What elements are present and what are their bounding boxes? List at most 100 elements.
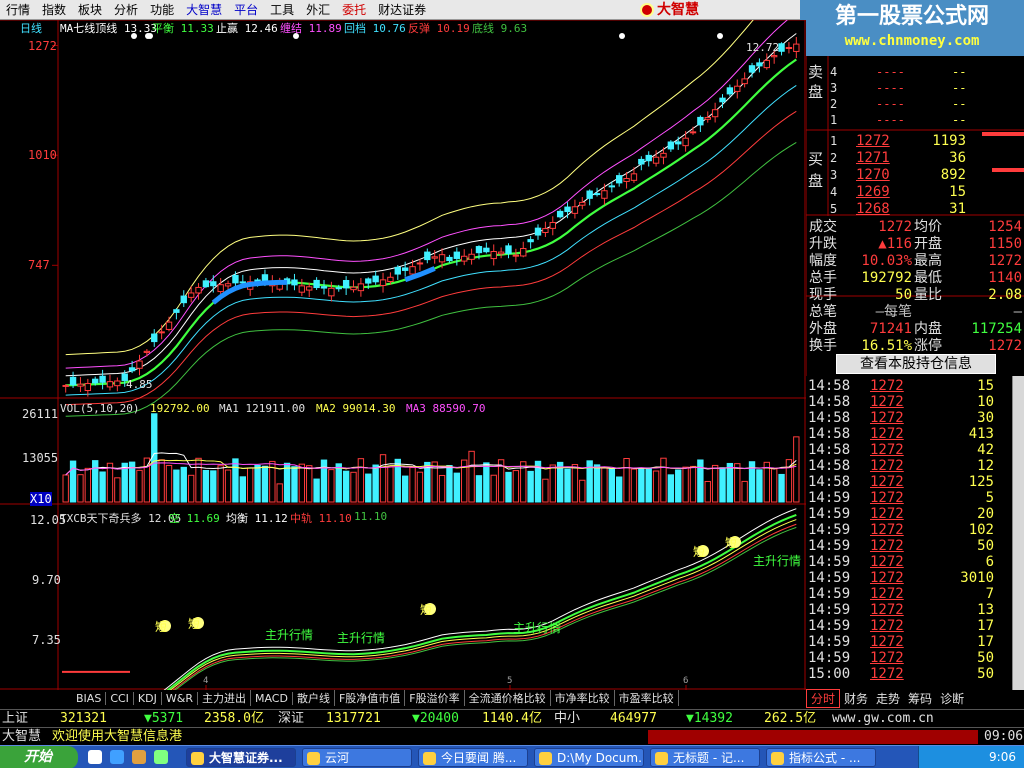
volume-bar xyxy=(306,465,313,503)
tick-row[interactable]: 14:58 1272 125 xyxy=(806,474,1012,490)
quicklaunch-ie-icon[interactable] xyxy=(110,750,124,764)
taskbar-window-button[interactable]: 无标题 - 记... xyxy=(650,748,760,767)
buy-level-row[interactable]: 3 1270 892 xyxy=(806,166,1024,184)
holding-info-button[interactable]: 查看本股持仓信息 xyxy=(836,354,996,374)
tick-row[interactable]: 15:00 1272 50 xyxy=(806,666,1012,682)
indicator-annotation: 主升行情 xyxy=(265,628,314,642)
menu-item[interactable]: 分析 xyxy=(108,0,144,20)
sell-level-row[interactable]: 3 ---- -- xyxy=(806,80,1024,96)
volume-bar xyxy=(365,473,372,503)
volume-bar xyxy=(350,471,357,503)
tick-row[interactable]: 14:59 1272 20 xyxy=(806,506,1012,522)
window-app-icon xyxy=(307,752,320,765)
volume-y-tick: 13055 xyxy=(22,450,59,465)
buy-level-row[interactable]: 4 1269 15 xyxy=(806,183,1024,201)
tick-row[interactable]: 14:59 1272 3010 xyxy=(806,570,1012,586)
sell-level-row[interactable]: 4 ---- -- xyxy=(806,64,1024,80)
candle-body xyxy=(785,47,793,50)
level-number: 4 xyxy=(830,185,838,199)
candle-body xyxy=(173,309,180,313)
volume-bar xyxy=(291,466,298,503)
quicklaunch-app-icon[interactable] xyxy=(154,750,168,764)
tick-row[interactable]: 14:59 1272 6 xyxy=(806,554,1012,570)
tick-row[interactable]: 14:59 1272 102 xyxy=(806,522,1012,538)
tick-row[interactable]: 14:59 1272 5 xyxy=(806,490,1012,506)
chart-area[interactable]: 日线 MA七线顶线 13.33 平衡 11.33 止赢 12.46 缠结 11.89 回档… xyxy=(0,20,806,690)
chart-svg[interactable] xyxy=(0,20,806,690)
menu-item[interactable]: 工具 xyxy=(264,0,300,20)
buy-level-row[interactable]: 5 1268 31 xyxy=(806,200,1024,218)
tick-volume: 13 xyxy=(977,602,994,618)
right-tab[interactable]: 分时 xyxy=(806,688,841,708)
candle-body xyxy=(165,321,173,330)
indicator-tab[interactable]: 主力进出 xyxy=(198,690,251,706)
menu-item[interactable]: 板块 xyxy=(72,0,108,20)
tick-row[interactable]: 14:59 1272 13 xyxy=(806,602,1012,618)
right-tab[interactable]: 走势 xyxy=(872,690,904,707)
tick-row[interactable]: 14:58 1272 12 xyxy=(806,458,1012,474)
tray-clock[interactable]: 9:06 xyxy=(989,750,1016,764)
tick-row[interactable]: 14:59 1272 50 xyxy=(806,538,1012,554)
quote-value: — xyxy=(1013,304,1022,320)
indicator-tab[interactable]: BIAS xyxy=(72,691,107,705)
level-volume: -- xyxy=(952,113,967,127)
right-tab[interactable]: 财务 xyxy=(840,690,872,707)
quote-key: 涨停 xyxy=(914,338,942,354)
menu-item[interactable]: 财达证券 xyxy=(372,0,432,20)
menu-item[interactable]: 委托 xyxy=(336,0,372,20)
menu-item[interactable]: 大智慧 xyxy=(180,0,228,20)
indicator-tab[interactable]: F股净值市值 xyxy=(335,690,406,706)
tick-row[interactable]: 14:58 1272 413 xyxy=(806,426,1012,442)
tick-row[interactable]: 14:59 1272 7 xyxy=(806,586,1012,602)
volume-bar xyxy=(187,474,195,503)
taskbar-window-button[interactable]: 大智慧证券... xyxy=(186,748,296,767)
tick-row[interactable]: 14:58 1272 42 xyxy=(806,442,1012,458)
candle-body xyxy=(438,254,446,263)
buy-level-row[interactable]: 2 1271 36 xyxy=(806,149,1024,167)
tick-row[interactable]: 14:59 1272 17 xyxy=(806,634,1012,650)
site-url[interactable]: www.gw.com.cn xyxy=(832,710,934,728)
quote-key: 开盘 xyxy=(914,236,942,252)
right-tab[interactable]: 筹码 xyxy=(904,690,936,707)
menu-item[interactable]: 功能 xyxy=(144,0,180,20)
tick-row[interactable]: 14:58 1272 15 xyxy=(806,378,1012,394)
menu-item[interactable]: 外汇 xyxy=(300,0,336,20)
indicator-tab[interactable]: 散户线 xyxy=(293,690,335,706)
indicator-tab[interactable]: 全流通价格比较 xyxy=(465,690,551,706)
menu-item[interactable]: 指数 xyxy=(36,0,72,20)
menu-item[interactable]: 平台 xyxy=(228,0,264,20)
sell-level-row[interactable]: 1 ---- -- xyxy=(806,112,1024,128)
indicator-tab[interactable]: W&R xyxy=(162,691,198,705)
taskbar-window-button[interactable]: 云河 xyxy=(302,748,412,767)
right-tab[interactable]: 诊断 xyxy=(936,690,968,707)
taskbar-window-button[interactable]: 指标公式 - ... xyxy=(766,748,876,767)
buy-level-row[interactable]: 1 1272 1193 xyxy=(806,132,1024,150)
indicator-tab[interactable]: 市盈率比较 xyxy=(615,690,679,706)
tick-row[interactable]: 14:58 1272 30 xyxy=(806,410,1012,426)
tick-price: 1272 xyxy=(870,650,904,666)
taskbar-window-button[interactable]: D:\My Docum... xyxy=(534,748,644,767)
start-button[interactable]: 开始 xyxy=(0,746,78,768)
message-bar: 大智慧 欢迎使用大智慧信息港 09:06 xyxy=(0,727,1024,745)
indicator-tab[interactable]: 市净率比较 xyxy=(551,690,615,706)
quicklaunch-desktop-icon[interactable] xyxy=(88,750,102,764)
taskbar-window-button[interactable]: 今日要闻 腾... xyxy=(418,748,528,767)
tick-row[interactable]: 14:59 1272 17 xyxy=(806,618,1012,634)
indicator-tab[interactable]: CCI xyxy=(106,691,134,705)
level-volume: 892 xyxy=(940,167,966,183)
indicator-tab[interactable]: MACD xyxy=(251,691,293,705)
menu-item[interactable]: 行情 xyxy=(0,0,36,20)
quote-value: 1272 xyxy=(988,253,1022,269)
tick-row[interactable]: 14:59 1272 50 xyxy=(806,650,1012,666)
tick-time: 14:59 xyxy=(808,650,851,666)
quicklaunch-folder-icon[interactable] xyxy=(132,750,146,764)
volume-bar xyxy=(704,480,711,503)
candle-body xyxy=(128,367,136,372)
tick-scrollbar[interactable] xyxy=(1012,376,1024,690)
tick-row[interactable]: 14:58 1272 10 xyxy=(806,394,1012,410)
candle-body xyxy=(667,141,675,150)
ma-header-item: MA七线顶线 13.33 xyxy=(60,22,157,35)
indicator-tab[interactable]: KDJ xyxy=(134,691,162,705)
indicator-tab[interactable]: F股溢价率 xyxy=(405,690,465,706)
sell-level-row[interactable]: 2 ---- -- xyxy=(806,96,1024,112)
